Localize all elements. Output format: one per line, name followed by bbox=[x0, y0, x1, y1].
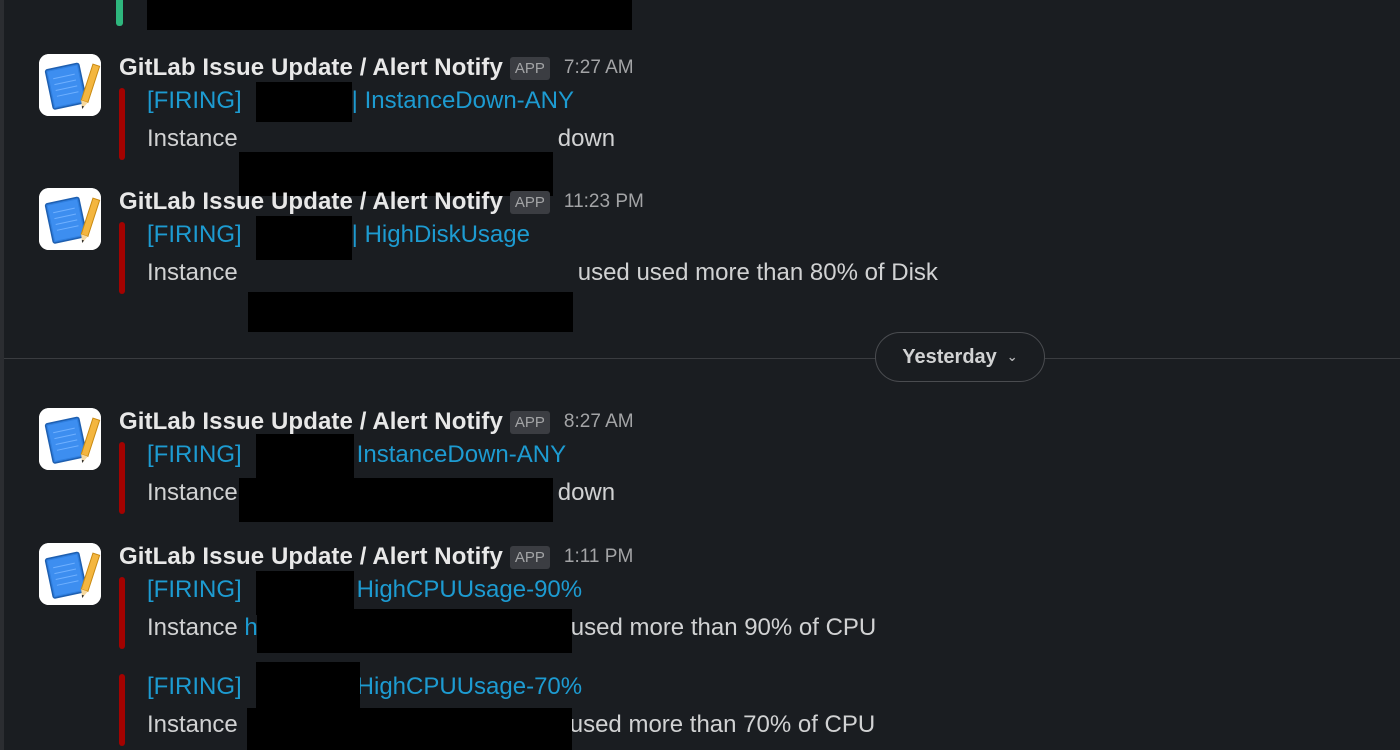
app-avatar[interactable] bbox=[39, 54, 101, 116]
alert-title-link[interactable]: [FIRING] | InstanceDown-ANY bbox=[147, 86, 574, 116]
alert-description: Instance used used more than 80% of Disk bbox=[147, 258, 938, 288]
alert-name: InstanceDown-ANY bbox=[364, 87, 575, 114]
alert-color-bar bbox=[119, 88, 125, 160]
redacted-block bbox=[248, 292, 573, 332]
redacted-block bbox=[239, 478, 553, 522]
sender-name[interactable]: GitLab Issue Update / Alert Notify bbox=[119, 408, 503, 436]
date-divider-label: Yesterday bbox=[902, 345, 997, 368]
message-header: GitLab Issue Update / Alert Notify APP 8… bbox=[119, 408, 634, 436]
title-separator: | bbox=[351, 221, 358, 248]
alert-status: [FIRING] bbox=[147, 221, 242, 248]
alert-attachment: [FIRING] InstanceDown-ANY Instance down bbox=[119, 434, 1319, 522]
alert-attachment: [FIRING] | InstanceDown-ANY Instance down bbox=[119, 82, 1319, 196]
message-timestamp[interactable]: 8:27 AM bbox=[564, 411, 634, 433]
previous-attachment-bar bbox=[116, 0, 123, 26]
app-badge: APP bbox=[509, 410, 550, 434]
app-avatar[interactable] bbox=[39, 188, 101, 250]
redacted-block bbox=[256, 434, 354, 478]
app-badge: APP bbox=[509, 545, 550, 569]
alert-attachment: [FIRING] | HighDiskUsage Instance used use… bbox=[119, 216, 1319, 332]
redacted-block bbox=[257, 609, 572, 653]
alert-title-link[interactable]: [FIRING] HighCPUUsage-90% bbox=[147, 575, 582, 605]
message-pane: GitLab Issue Update / Alert Notify APP 7… bbox=[0, 0, 1400, 750]
app-badge: APP bbox=[509, 190, 550, 214]
redacted-block bbox=[256, 82, 352, 122]
alert-status: [FIRING] bbox=[147, 441, 242, 468]
notebook-pencil-icon bbox=[39, 543, 101, 605]
alert-attachment: [FIRING] HighCPUUsage-90% Instance h used … bbox=[119, 571, 1319, 653]
app-badge: APP bbox=[509, 56, 550, 80]
alert-suffix: used more than 70% of CPU bbox=[569, 711, 876, 738]
app-avatar[interactable] bbox=[39, 543, 101, 605]
redacted-block bbox=[147, 0, 632, 30]
instance-prefix: Instance bbox=[147, 711, 238, 738]
date-divider-line bbox=[4, 358, 1400, 359]
instance-link[interactable]: h bbox=[244, 614, 257, 641]
message-timestamp[interactable]: 11:23 PM bbox=[564, 191, 644, 213]
alert-color-bar bbox=[119, 577, 125, 649]
instance-prefix: Instance bbox=[147, 614, 238, 641]
alert-status: [FIRING] bbox=[147, 576, 242, 603]
alert-title-link[interactable]: [FIRING] InstanceDown-ANY bbox=[147, 440, 566, 470]
alert-color-bar bbox=[119, 442, 125, 514]
message-header: GitLab Issue Update / Alert Notify APP 7… bbox=[119, 54, 634, 82]
alert-name: HighCPUUsage-70% bbox=[356, 673, 583, 700]
alert-name: HighCPUUsage-90% bbox=[356, 576, 583, 603]
message-header: GitLab Issue Update / Alert Notify APP 1… bbox=[119, 543, 633, 571]
title-separator: | bbox=[351, 87, 358, 114]
alert-name: HighDiskUsage bbox=[364, 221, 530, 248]
chevron-down-icon: ⌄ bbox=[1006, 349, 1018, 364]
instance-prefix: Instance bbox=[147, 259, 238, 286]
alert-title-link[interactable]: [FIRING] HighCPUUsage-70% bbox=[147, 672, 582, 702]
message-header: GitLab Issue Update / Alert Notify APP 1… bbox=[119, 188, 644, 216]
alert-name: InstanceDown-ANY bbox=[356, 441, 567, 468]
notebook-pencil-icon bbox=[39, 408, 101, 470]
date-divider-button[interactable]: Yesterday ⌄ bbox=[875, 332, 1045, 382]
instance-prefix: Instance bbox=[147, 479, 238, 506]
sender-name[interactable]: GitLab Issue Update / Alert Notify bbox=[119, 543, 503, 571]
alert-description: Instance down bbox=[147, 124, 615, 154]
alert-suffix: down bbox=[557, 125, 616, 152]
redacted-block bbox=[247, 708, 572, 750]
app-avatar[interactable] bbox=[39, 408, 101, 470]
message-timestamp[interactable]: 7:27 AM bbox=[564, 57, 634, 79]
alert-suffix: down bbox=[557, 479, 616, 506]
sender-name[interactable]: GitLab Issue Update / Alert Notify bbox=[119, 54, 503, 82]
alert-suffix: used more than 90% of CPU bbox=[570, 614, 877, 641]
alert-color-bar bbox=[119, 222, 125, 294]
alert-attachment: [FIRING] HighCPUUsage-70% Instance used mo… bbox=[119, 662, 1319, 750]
notebook-pencil-icon bbox=[39, 188, 101, 250]
sender-name[interactable]: GitLab Issue Update / Alert Notify bbox=[119, 188, 503, 216]
alert-color-bar bbox=[119, 674, 125, 746]
alert-suffix: used used more than 80% of Disk bbox=[577, 259, 938, 286]
alert-status: [FIRING] bbox=[147, 87, 242, 114]
instance-prefix: Instance bbox=[147, 125, 238, 152]
redacted-block bbox=[256, 216, 352, 260]
alert-status: [FIRING] bbox=[147, 673, 242, 700]
redacted-block bbox=[256, 662, 360, 708]
message-timestamp[interactable]: 1:11 PM bbox=[564, 546, 633, 568]
notebook-pencil-icon bbox=[39, 54, 101, 116]
